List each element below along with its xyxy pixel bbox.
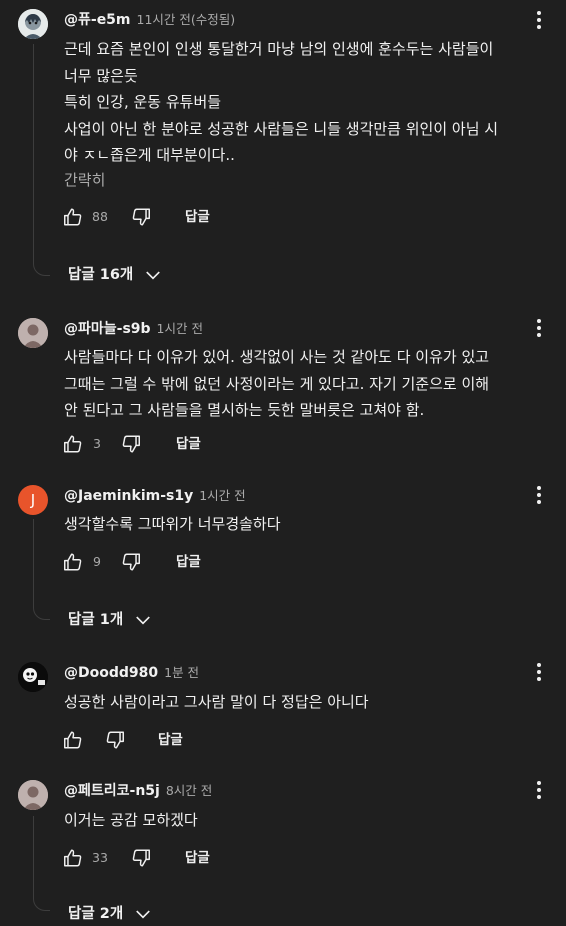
like-button[interactable] xyxy=(62,729,84,751)
thumbs-down-icon xyxy=(132,849,150,867)
view-replies-button[interactable]: 답글 16개 xyxy=(68,263,163,287)
comment-actions: 9 답글 xyxy=(62,551,262,575)
dislike-button[interactable] xyxy=(130,206,152,228)
thread-line xyxy=(33,44,50,276)
timestamp[interactable]: 1분 전 xyxy=(164,665,199,680)
comment: @퓨-e5m 11시간 전(수정됨) 근데 요즘 본인이 인생 통달한거 마냥 남… xyxy=(0,0,566,300)
comment-line: 특히 인강, 운동 유튜버들 xyxy=(64,93,222,111)
more-vert-icon[interactable] xyxy=(530,316,548,340)
timestamp[interactable]: 1시간 전 xyxy=(157,321,203,336)
reply-button[interactable]: 답글 xyxy=(176,552,201,572)
comment-line: 성공한 사람이라고 그사람 말이 다 정답은 아니다 xyxy=(64,693,369,711)
avatar[interactable] xyxy=(18,662,48,692)
comment-actions: 88 답글 xyxy=(62,206,262,230)
like-count: 9 xyxy=(93,554,101,569)
more-vert-icon[interactable] xyxy=(530,660,548,684)
thumbs-up-icon xyxy=(64,731,82,749)
view-replies-button[interactable]: 답글 2개 xyxy=(68,902,153,926)
comment-text: 이거는 공감 모하겠다 xyxy=(64,807,559,834)
dislike-button[interactable] xyxy=(120,433,142,455)
chevron-down-icon xyxy=(136,910,151,919)
replies-count-label: 답글 16개 xyxy=(68,267,134,283)
replies-count-label: 답글 1개 xyxy=(68,612,124,628)
timestamp[interactable]: 11시간 전(수정됨) xyxy=(137,12,236,27)
dislike-button[interactable] xyxy=(130,847,152,869)
timestamp[interactable]: 8시간 전 xyxy=(166,783,212,798)
avatar-image xyxy=(18,662,48,692)
comment-header: @페트리코-n5j 8시간 전 xyxy=(64,780,212,800)
comment-text: 근데 요즘 본인이 인생 통달한거 마냥 남의 인생에 훈수두는 사람들이 너무… xyxy=(64,36,559,169)
comment-actions: 답글 xyxy=(62,729,262,753)
avatar[interactable] xyxy=(18,780,48,810)
comment-line: 사람들마다 다 이유가 있어. 생각없이 사는 것 같아도 다 이유가 있고 xyxy=(64,348,490,366)
comment-line: 이거는 공감 모하겠다 xyxy=(64,811,198,829)
thumbs-down-icon xyxy=(122,435,140,453)
chevron-down-icon xyxy=(136,616,151,625)
dislike-button[interactable] xyxy=(120,551,142,573)
thumbs-down-icon xyxy=(106,731,124,749)
like-count: 88 xyxy=(92,209,108,224)
comment-line: 그때는 그럴 수 밖에 없던 사정이라는 게 있다고. 자기 기준으로 이해 xyxy=(64,374,490,393)
reply-button[interactable]: 답글 xyxy=(185,207,210,227)
avatar[interactable]: J xyxy=(18,485,48,515)
comment-line: 생각할수록 그따위가 너무경솔하다 xyxy=(64,515,281,533)
author-name[interactable]: @파마늘-s9b xyxy=(64,321,151,337)
comment-header: @퓨-e5m 11시간 전(수정됨) xyxy=(64,9,235,29)
timestamp[interactable]: 1시간 전 xyxy=(199,488,245,503)
comment-header: @파마늘-s9b 1시간 전 xyxy=(64,318,203,338)
avatar-image xyxy=(18,9,48,39)
comment-text: 사람들마다 다 이유가 있어. 생각없이 사는 것 같아도 다 이유가 있고 그… xyxy=(64,344,559,424)
dislike-button[interactable] xyxy=(104,729,126,751)
comment-actions: 33 답글 xyxy=(62,847,262,871)
thread-line xyxy=(33,519,50,620)
more-vert-icon[interactable] xyxy=(530,483,548,507)
comment-line: 너무 많은듯 xyxy=(64,66,138,85)
comment-text: 생각할수록 그따위가 너무경솔하다 xyxy=(64,511,559,538)
comment-header: @Doodd980 1분 전 xyxy=(64,662,199,682)
reply-button[interactable]: 답글 xyxy=(158,730,183,750)
avatar[interactable] xyxy=(18,318,48,348)
replies-count-label: 답글 2개 xyxy=(68,906,124,922)
reply-button[interactable]: 답글 xyxy=(185,848,210,868)
like-button[interactable] xyxy=(62,551,84,573)
chevron-down-icon xyxy=(146,271,161,280)
comment-header: @Jaeminkim-s1y 1시간 전 xyxy=(64,485,246,505)
more-vert-icon[interactable] xyxy=(530,778,548,802)
like-count: 33 xyxy=(92,850,108,865)
thumbs-up-icon xyxy=(64,849,82,867)
author-name[interactable]: @Jaeminkim-s1y xyxy=(64,488,193,504)
avatar[interactable] xyxy=(18,9,48,39)
comment-text: 성공한 사람이라고 그사람 말이 다 정답은 아니다 xyxy=(64,689,559,716)
avatar-letter: J xyxy=(30,491,36,509)
avatar-image xyxy=(18,318,48,348)
like-button[interactable] xyxy=(62,847,84,869)
comment-line: 사업이 아닌 한 분야로 성공한 사람들은 니들 생각만큼 위인이 아님 시 xyxy=(64,119,499,138)
like-button[interactable] xyxy=(62,433,84,455)
avatar-image xyxy=(18,780,48,810)
thumbs-down-icon xyxy=(122,553,140,571)
comment-line: 안 된다고 그 사람들을 멸시하는 듯한 말버릇은 고쳐야 함. xyxy=(64,401,425,419)
thumbs-up-icon xyxy=(64,435,82,453)
comment-actions: 3 답글 xyxy=(62,433,262,457)
show-less-link[interactable]: 간략히 xyxy=(64,170,105,190)
author-name[interactable]: @페트리코-n5j xyxy=(64,783,160,799)
like-count: 3 xyxy=(93,436,101,451)
view-replies-button[interactable]: 답글 1개 xyxy=(68,608,153,632)
comment-line: 야 ㅈㄴ좁은게 대부분이다.. xyxy=(64,146,235,164)
thread-line xyxy=(33,816,50,911)
more-vert-icon[interactable] xyxy=(530,8,548,32)
like-button[interactable] xyxy=(62,206,84,228)
comment-line: 근데 요즘 본인이 인생 통달한거 마냥 남의 인생에 훈수두는 사람들이 xyxy=(64,40,494,58)
author-name[interactable]: @퓨-e5m xyxy=(64,12,131,28)
thumbs-down-icon xyxy=(132,208,150,226)
thumbs-up-icon xyxy=(64,208,82,226)
thumbs-up-icon xyxy=(64,553,82,571)
reply-button[interactable]: 답글 xyxy=(176,434,201,454)
author-name[interactable]: @Doodd980 xyxy=(64,665,158,681)
